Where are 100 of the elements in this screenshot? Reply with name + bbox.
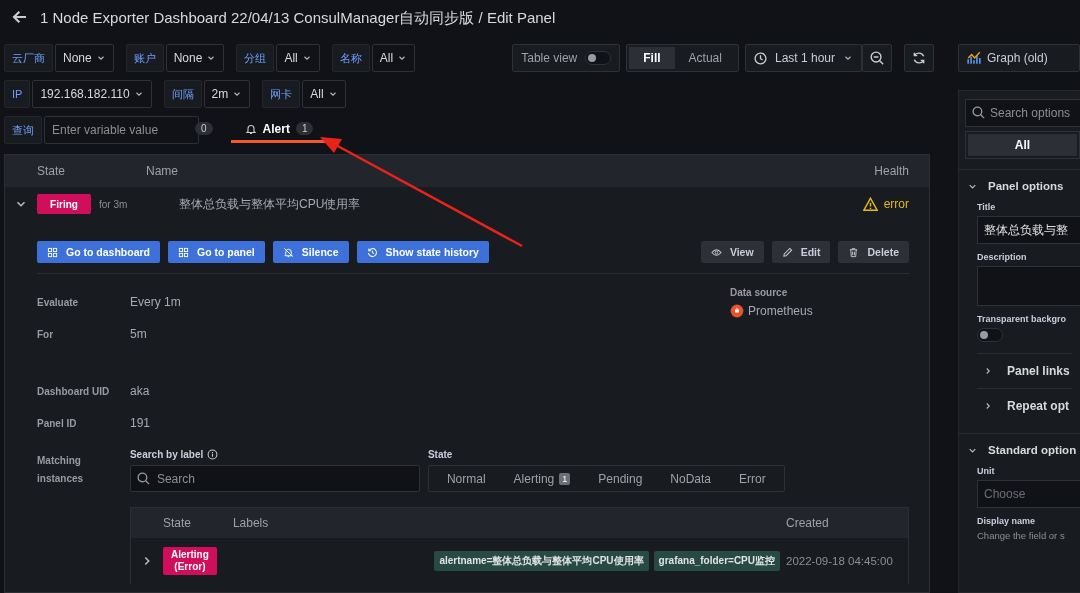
- variable-label: 网卡: [262, 80, 301, 108]
- variable-label: 云厂商: [4, 44, 53, 72]
- detail-label: For: [37, 328, 55, 340]
- clock-icon: [753, 51, 767, 65]
- search-field[interactable]: Search options: [965, 99, 1080, 127]
- search-icon: [136, 472, 150, 485]
- health-status: error: [883, 197, 909, 211]
- detail-label: Evaluate: [37, 296, 80, 308]
- detail-value: 191: [130, 416, 152, 430]
- field-description: Change the field or s: [977, 530, 1066, 541]
- page-title: 1 Node Exporter Dashboard 22/04/13 ConsulManager自动同步版 / Edit Panel: [40, 8, 556, 28]
- visualization-picker[interactable]: Graph (old): [958, 44, 1080, 72]
- variable-label: 分组: [236, 44, 275, 72]
- variable-input[interactable]: Enter variable value: [44, 116, 199, 144]
- state-filter[interactable]: Error: [725, 467, 780, 490]
- section-header[interactable]: Panel options: [965, 170, 1070, 202]
- description-input[interactable]: [977, 266, 1080, 306]
- history-icon: [366, 246, 378, 258]
- warning-icon: [862, 196, 878, 212]
- zoom-out-icon: [870, 51, 884, 65]
- back-arrow-icon: [10, 8, 26, 25]
- state-badge: Alerting (Error): [162, 547, 217, 575]
- info-icon: [207, 449, 219, 460]
- detail-label: Panel ID: [37, 417, 78, 429]
- bell-icon: [244, 122, 257, 135]
- variable-dropdown[interactable]: 192.168.182.110: [32, 80, 152, 108]
- column-header: Health: [874, 164, 910, 178]
- rule-name: 整体总负载与整体平均CPU使用率: [179, 195, 362, 213]
- fire-logo-icon: [730, 304, 744, 318]
- table-view-toggle[interactable]: Table view: [512, 44, 621, 72]
- variable-dropdown[interactable]: None: [55, 44, 114, 72]
- variable-dropdown[interactable]: All: [371, 44, 416, 72]
- title-input[interactable]: 整体总负载与整: [977, 216, 1080, 244]
- section-header[interactable]: Standard option: [965, 434, 1080, 466]
- editor-tab[interactable]: Alert 1: [230, 117, 328, 143]
- subsection-header[interactable]: Panel links: [977, 353, 1072, 388]
- detail-value: aka: [130, 384, 151, 398]
- detail-value: 5m: [130, 327, 148, 341]
- action-button[interactable]: Go to panel: [168, 241, 265, 263]
- variable-label: 查询: [4, 116, 42, 144]
- time-range-picker[interactable]: Last 1 hour: [744, 44, 862, 72]
- state-filter[interactable]: Alerting 1: [499, 467, 585, 490]
- column-header: State: [162, 516, 192, 530]
- toggle-switch[interactable]: [977, 328, 1003, 342]
- variable-dropdown[interactable]: None: [165, 44, 225, 72]
- state-filter[interactable]: Normal: [432, 467, 500, 490]
- variable-dropdown[interactable]: 2m: [203, 80, 251, 108]
- search-icon: [972, 106, 985, 119]
- field-label: Display name: [977, 516, 1037, 526]
- action-button[interactable]: Show state history: [356, 241, 489, 263]
- column-header: Created: [786, 516, 830, 530]
- variable-label: 名称: [331, 44, 370, 72]
- action-button[interactable]: Silence: [272, 241, 349, 263]
- trash-icon: [848, 246, 860, 258]
- grid-icon: [178, 246, 189, 258]
- label-tag: alertname=整体总负载与整体平均CPU使用率: [434, 551, 649, 571]
- label-tag: grafana_folder=CPU监控: [653, 551, 780, 571]
- eye-icon: [710, 246, 722, 258]
- field-label: Title: [977, 202, 997, 212]
- search-field[interactable]: Search: [129, 465, 420, 492]
- unit-dropdown[interactable]: Choose: [977, 480, 1080, 508]
- action-button[interactable]: Edit: [771, 241, 831, 263]
- field-label: State: [427, 449, 453, 460]
- options-tab[interactable]: All: [968, 134, 1077, 156]
- column-header: Name: [146, 164, 179, 178]
- data-source-name: Prometheus: [748, 304, 813, 318]
- state-filter[interactable]: Pending: [584, 467, 657, 490]
- created-time: 2022-09-18 04:45:00: [786, 555, 894, 567]
- duration-text: for 3m: [99, 198, 129, 210]
- variable-dropdown[interactable]: All: [276, 44, 320, 72]
- detail-label: Data source: [730, 287, 789, 298]
- column-header: State: [36, 164, 67, 178]
- action-button[interactable]: Go to dashboard: [37, 241, 160, 263]
- state-badge: Firing: [37, 194, 91, 214]
- action-button[interactable]: Delete: [838, 241, 909, 263]
- subsection-header[interactable]: Repeat opt: [977, 388, 1072, 423]
- pencil-icon: [781, 246, 793, 258]
- field-label: Description: [977, 252, 1028, 262]
- count-badge: 1: [295, 122, 314, 135]
- bell-off-icon: [282, 246, 294, 258]
- field-label: Transparent backgro: [977, 314, 1068, 324]
- field-label: Unit: [977, 466, 996, 476]
- count-badge: 1: [559, 472, 571, 485]
- column-header: Labels: [232, 516, 270, 530]
- field-label: Search by label: [129, 449, 204, 460]
- grid-icon: [47, 246, 58, 258]
- toggle-switch[interactable]: [585, 51, 612, 65]
- detail-label: Dashboard UID: [37, 385, 111, 397]
- variable-label: IP: [4, 80, 31, 108]
- zoom-out-button[interactable]: [862, 44, 892, 72]
- size-mode-button[interactable]: Actual: [674, 47, 736, 69]
- action-button[interactable]: View: [700, 241, 764, 263]
- variable-label: 账户: [125, 44, 164, 72]
- variable-dropdown[interactable]: All: [302, 80, 346, 108]
- graph-icon: [967, 51, 981, 65]
- state-filter[interactable]: NoData: [656, 467, 726, 490]
- refresh-button[interactable]: [904, 44, 934, 72]
- detail-value: Every 1m: [130, 295, 182, 309]
- section-label: Matching instances: [37, 454, 85, 486]
- size-mode-button[interactable]: Fill: [629, 47, 675, 69]
